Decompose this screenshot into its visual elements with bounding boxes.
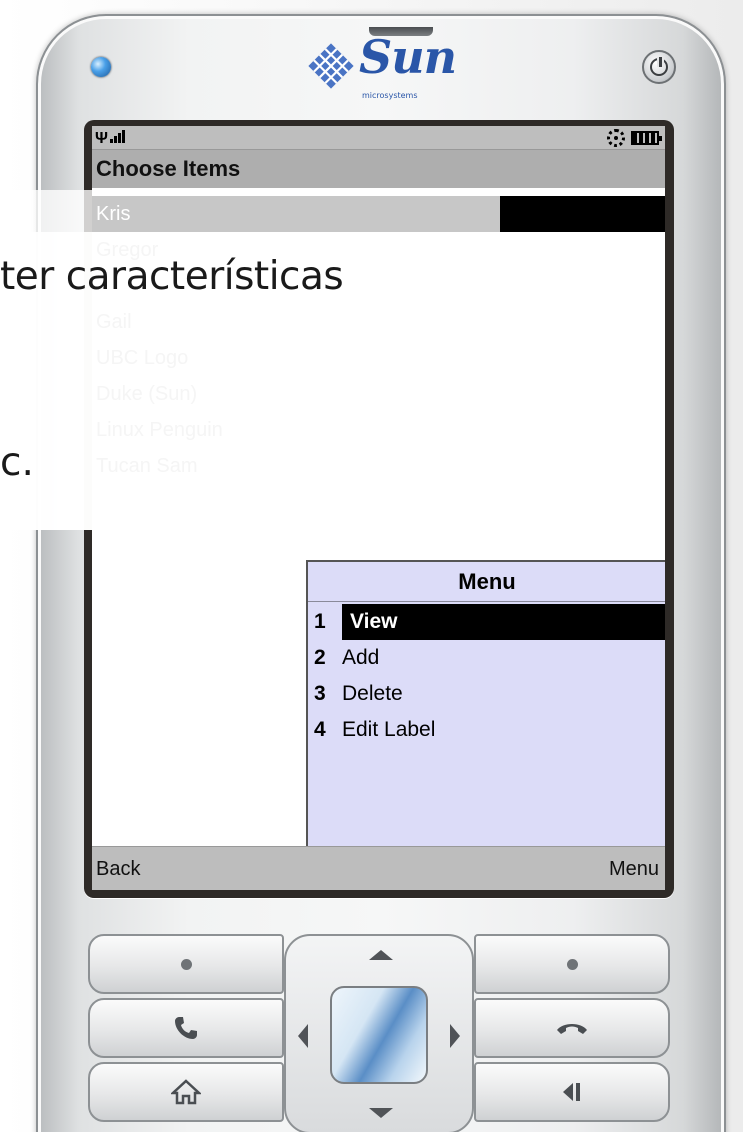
menu-item-edit-label[interactable]: 4 Edit Label	[308, 712, 665, 748]
back-key-button[interactable]	[474, 1062, 670, 1122]
menu-title: Menu	[308, 562, 665, 602]
menu-item-view[interactable]: 1 View	[308, 604, 665, 640]
power-button[interactable]	[642, 50, 676, 84]
menu-item-label: View	[342, 604, 665, 640]
led-indicator-icon	[91, 57, 111, 77]
menu-softkey[interactable]: Menu	[609, 847, 659, 890]
settings-gear-icon	[607, 129, 625, 147]
left-softkey-button[interactable]	[88, 934, 284, 994]
dpad-up-icon[interactable]	[369, 950, 393, 960]
home-button[interactable]	[88, 1062, 284, 1122]
slide-overlay-text-line2: c.	[0, 440, 34, 485]
right-softkey-button[interactable]	[474, 934, 670, 994]
sun-logo: Sun microsystems	[305, 30, 457, 108]
menu-item-number: 1	[314, 610, 326, 633]
popup-menu: Menu 1 View 2 Add 3 Delete 4 Edit Label	[306, 560, 665, 848]
call-icon	[175, 1017, 197, 1039]
slide-overlay-text-line1: ter características	[0, 254, 344, 299]
end-call-icon	[557, 1024, 587, 1034]
softkey-bar: Back Menu	[92, 846, 665, 890]
call-button[interactable]	[88, 998, 284, 1058]
end-call-button[interactable]	[474, 998, 670, 1058]
signal-strength-icon: Ψ	[95, 129, 155, 147]
menu-item-delete[interactable]: 3 Delete	[308, 676, 665, 712]
menu-item-add[interactable]: 2 Add	[308, 640, 665, 676]
navigation-dpad[interactable]	[284, 934, 474, 1132]
select-key-icon[interactable]	[330, 986, 428, 1084]
back-softkey[interactable]: Back	[96, 847, 140, 890]
menu-item-label: Delete	[342, 682, 403, 705]
dpad-right-icon[interactable]	[450, 1024, 460, 1048]
softkey-right-dot-icon	[566, 958, 578, 970]
menu-item-number: 2	[314, 646, 326, 669]
dpad-left-icon[interactable]	[298, 1024, 308, 1048]
keypad	[86, 930, 672, 1132]
dpad-down-icon[interactable]	[369, 1108, 393, 1118]
brand-subtitle: microsystems	[362, 91, 418, 100]
brand-name: Sun	[359, 30, 457, 84]
status-bar: Ψ	[92, 126, 665, 150]
battery-icon	[631, 131, 662, 145]
menu-item-number: 4	[314, 718, 326, 741]
screen-title: Choose Items	[92, 150, 665, 188]
softkey-left-dot-icon	[180, 958, 192, 970]
sun-logo-icon	[308, 43, 354, 89]
menu-item-label: Edit Label	[342, 718, 436, 741]
power-icon	[650, 57, 668, 76]
menu-item-label: Add	[342, 646, 380, 669]
home-icon	[171, 1079, 201, 1105]
menu-item-number: 3	[314, 682, 326, 705]
back-icon	[563, 1083, 580, 1101]
